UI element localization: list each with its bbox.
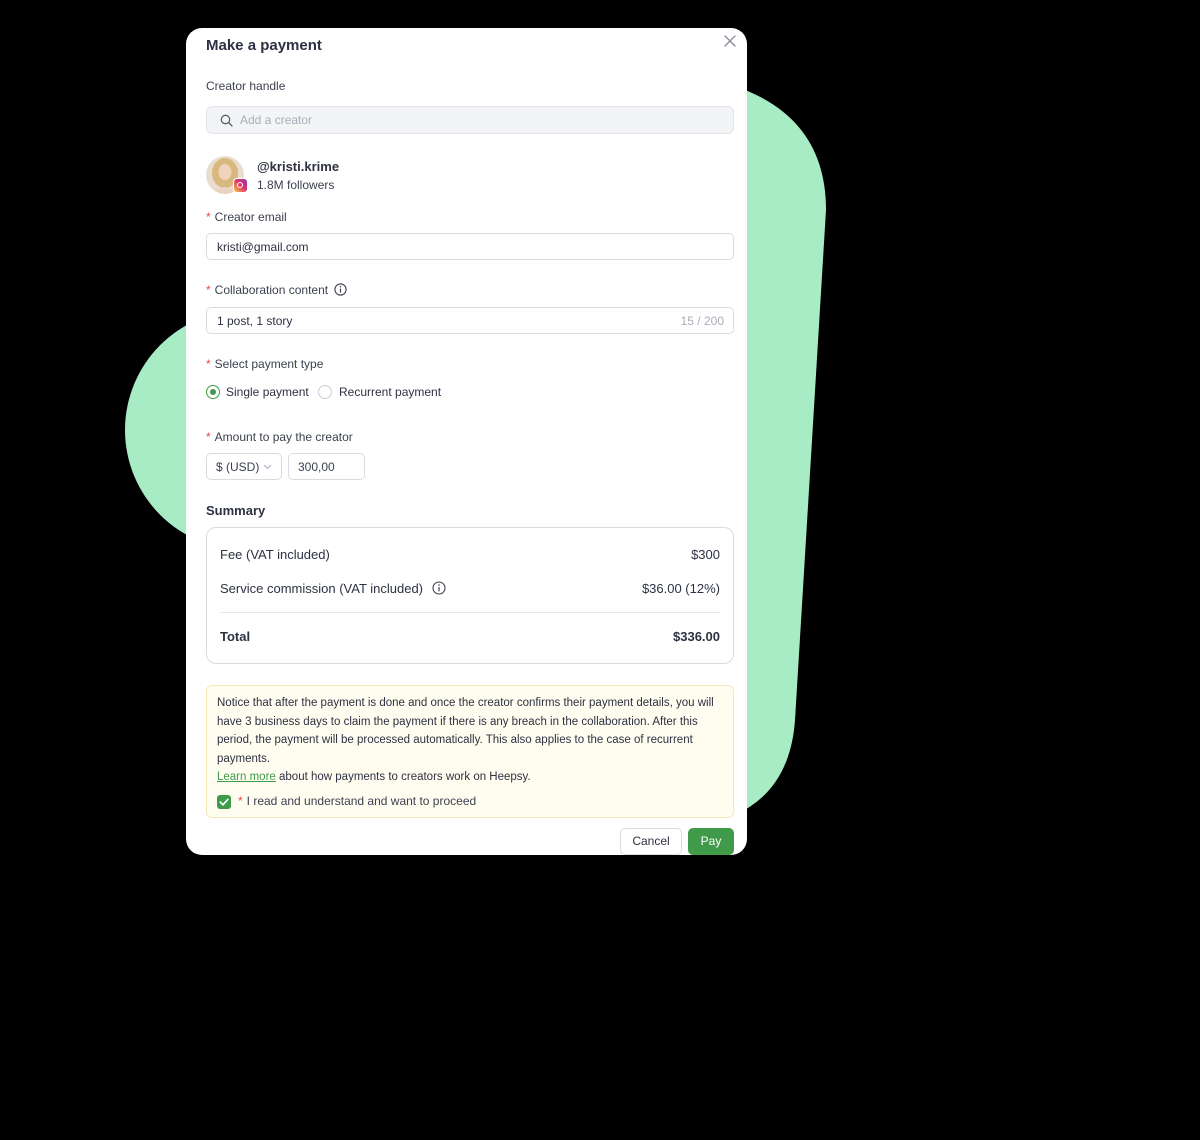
creator-search-input[interactable] bbox=[240, 107, 720, 133]
chevron-down-icon bbox=[263, 464, 272, 470]
character-counter: 15 / 200 bbox=[680, 314, 724, 328]
commission-row: Service commission (VAT included) $36.00… bbox=[220, 581, 720, 596]
summary-box: Fee (VAT included) $300 Service commissi… bbox=[206, 527, 734, 664]
required-mark: * bbox=[206, 283, 211, 297]
radio-recurrent-payment[interactable] bbox=[318, 385, 332, 399]
required-mark: * bbox=[238, 794, 243, 808]
creator-followers: 1.8M followers bbox=[257, 178, 335, 192]
amount-input[interactable]: 300,00 bbox=[288, 453, 365, 480]
total-row: Total $336.00 bbox=[220, 629, 720, 644]
summary-divider bbox=[220, 612, 720, 613]
notice-text-block: Notice that after the payment is done an… bbox=[217, 694, 727, 787]
required-mark: * bbox=[206, 210, 211, 224]
total-value: $336.00 bbox=[673, 629, 720, 644]
fee-label: Fee (VAT included) bbox=[220, 547, 330, 562]
radio-single-payment-label[interactable]: Single payment bbox=[226, 385, 309, 399]
payment-notice: Notice that after the payment is done an… bbox=[206, 685, 734, 818]
collaboration-content-field[interactable]: 1 post, 1 story 15 / 200 bbox=[206, 307, 734, 334]
creator-search-box[interactable] bbox=[206, 106, 734, 134]
payment-modal: Make a payment Creator handle @kristi.kr… bbox=[186, 28, 747, 855]
currency-value: $ (USD) bbox=[216, 460, 260, 474]
radio-single-payment[interactable] bbox=[206, 385, 220, 399]
fee-value: $300 bbox=[691, 547, 720, 562]
search-icon bbox=[220, 114, 233, 127]
creator-handle-label: Creator handle bbox=[206, 79, 286, 93]
creator-email-value: kristi@gmail.com bbox=[217, 240, 309, 254]
close-icon[interactable] bbox=[722, 33, 738, 49]
amount-label: * Amount to pay the creator bbox=[206, 430, 353, 444]
radio-recurrent-payment-label[interactable]: Recurrent payment bbox=[339, 385, 441, 399]
consent-label-text: I read and understand and want to procee… bbox=[246, 794, 477, 808]
modal-title: Make a payment bbox=[206, 37, 322, 54]
notice-text: Notice that after the payment is done an… bbox=[217, 697, 714, 765]
collaboration-content-value: 1 post, 1 story bbox=[217, 314, 293, 328]
cancel-button[interactable]: Cancel bbox=[620, 828, 682, 855]
required-mark: * bbox=[206, 430, 211, 444]
info-icon[interactable] bbox=[334, 283, 348, 296]
summary-title: Summary bbox=[206, 503, 266, 518]
instagram-icon bbox=[233, 178, 248, 193]
required-mark: * bbox=[206, 357, 211, 371]
pay-button[interactable]: Pay bbox=[688, 828, 734, 855]
amount-label-text: Amount to pay the creator bbox=[214, 430, 353, 444]
payment-type-label-text: Select payment type bbox=[214, 357, 324, 371]
commission-value: $36.00 (12%) bbox=[641, 581, 720, 596]
creator-email-field[interactable]: kristi@gmail.com bbox=[206, 233, 734, 260]
payment-type-label: * Select payment type bbox=[206, 357, 323, 371]
amount-value: 300,00 bbox=[298, 460, 335, 474]
consent-checkbox[interactable] bbox=[217, 795, 231, 809]
learn-more-link[interactable]: Learn more bbox=[217, 771, 276, 783]
info-icon[interactable] bbox=[432, 581, 446, 595]
commission-label: Service commission (VAT included) bbox=[220, 581, 424, 596]
creator-email-label-text: Creator email bbox=[214, 210, 287, 224]
currency-select[interactable]: $ (USD) bbox=[206, 453, 282, 480]
consent-label[interactable]: * I read and understand and want to proce… bbox=[238, 794, 476, 808]
collaboration-content-label-text: Collaboration content bbox=[214, 283, 329, 297]
fee-row: Fee (VAT included) $300 bbox=[220, 547, 720, 562]
total-label: Total bbox=[220, 629, 251, 644]
creator-handle[interactable]: @kristi.krime bbox=[257, 159, 339, 174]
collaboration-content-label: * Collaboration content bbox=[206, 283, 348, 297]
creator-email-label: * Creator email bbox=[206, 210, 287, 224]
learn-more-suffix: about how payments to creators work on H… bbox=[275, 771, 531, 783]
